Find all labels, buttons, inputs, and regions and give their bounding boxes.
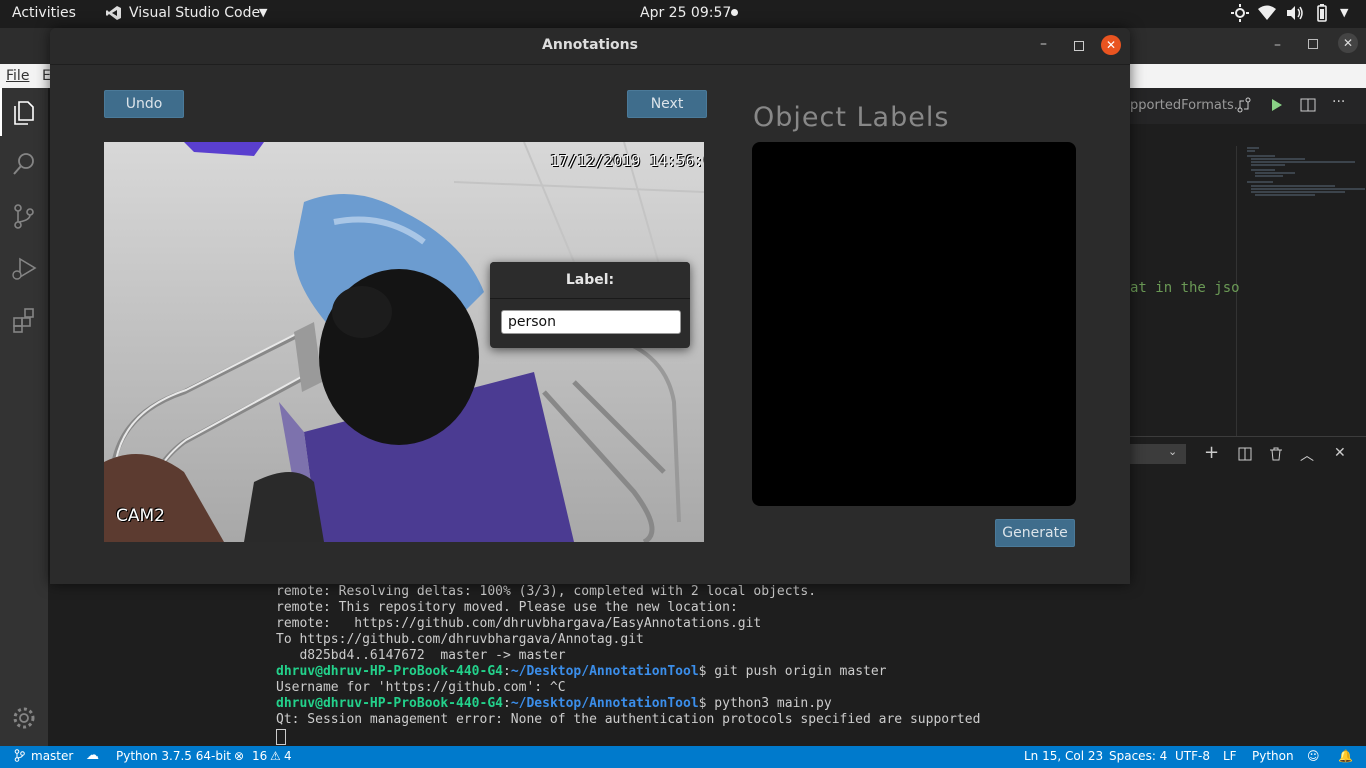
maximize-icon[interactable] [1308,39,1318,49]
terminal-line: remote: Resolving deltas: 100% (3/3), co… [276,584,817,599]
minimap[interactable] [1236,146,1366,436]
code-comment-fragment: at in the jso [1130,280,1240,296]
camera-timestamp: 17/12/2019 14:56:05 [550,152,704,170]
extensions-icon[interactable] [10,306,38,334]
sync-cloud-icon[interactable]: ☁ [86,748,99,763]
label-input[interactable] [501,310,681,334]
close-panel-icon[interactable]: ✕ [1334,445,1346,461]
menu-file[interactable]: File [6,68,29,84]
errors-count[interactable]: 16 [252,749,267,763]
prompt-path: ~/Desktop/AnnotationTool [510,664,699,679]
terminal-line: remote: https://github.com/dhruvbhargava… [276,616,762,631]
activities-button[interactable]: Activities [12,5,76,21]
terminal-selector-chevron-icon: ⌄ [1168,445,1178,458]
generate-button[interactable]: Generate [995,519,1075,547]
python-interpreter[interactable]: Python 3.7.5 64-bit [116,749,231,763]
terminal-line: d825bd4..6147672 master -> master [276,648,566,663]
kill-terminal-trash-icon[interactable] [1269,446,1283,465]
prompt-separator: : [502,696,511,711]
prompt-user: dhruv@dhruv-HP-ProBook-440-G4 [276,696,503,711]
editor-tab-label[interactable]: pportedFormats. [1130,98,1238,113]
prompt-command: $ git push origin master [698,664,887,679]
label-dialog: Label: [490,262,690,348]
close-icon[interactable]: ✕ [1338,33,1358,53]
system-top-bar: Activities Visual Studio Code ▼ Apr 25 0… [0,0,1366,28]
more-actions-icon[interactable]: ··· [1332,94,1345,110]
vscode-icon [106,5,124,21]
errors-icon[interactable]: ⊗ [234,749,244,763]
maximize-icon[interactable] [1074,41,1084,51]
app-menu-chevron-icon[interactable]: ▼ [259,6,267,19]
wifi-icon[interactable] [1258,5,1276,25]
app-menu-title[interactable]: Visual Studio Code [129,5,260,21]
editor-tab-bar: pportedFormats. ··· [1130,88,1366,124]
branch-icon[interactable] [14,749,25,765]
night-light-icon[interactable] [1231,4,1249,26]
next-button[interactable]: Next [627,90,707,118]
run-debug-icon[interactable] [10,254,38,282]
terminal-prompt-line: dhruv@dhruv-HP-ProBook-440-G4:~/Desktop/… [276,664,887,679]
activity-bar [0,88,48,746]
notifications-bell-icon[interactable]: 🔔 [1338,749,1353,763]
branch-name[interactable]: master [31,749,73,763]
source-control-icon[interactable] [10,202,38,230]
status-bar: master ☁ Python 3.7.5 64-bit ⊗ 16 ⚠ 4 Ln… [0,746,1366,768]
warnings-count[interactable]: 4 [284,749,292,763]
volume-icon[interactable] [1286,5,1304,25]
window-title: Annotations [542,37,638,53]
minimize-icon[interactable]: – [1040,36,1047,52]
line-ending[interactable]: LF [1223,749,1237,763]
terminal-line: remote: This repository moved. Please us… [276,600,738,615]
annotations-window: Annotations – ✕ Undo Next 17/12/2019 14:… [50,28,1130,584]
indentation[interactable]: Spaces: 4 [1109,749,1167,763]
label-dialog-title: Label: [490,262,690,299]
cursor-position[interactable]: Ln 15, Col 23 [1024,749,1103,763]
system-menu-chevron-icon[interactable]: ▼ [1340,6,1348,19]
terminal-line: To https://github.com/dhruvbhargava/Anno… [276,632,644,647]
active-indicator [0,88,2,136]
terminal-panel-header: ⌄ + ︿ ✕ [1130,436,1366,471]
prompt-user: dhruv@dhruv-HP-ProBook-440-G4 [276,664,503,679]
compare-changes-icon[interactable] [1236,97,1252,117]
prompt-path: ~/Desktop/AnnotationTool [510,696,699,711]
search-icon[interactable] [10,150,38,178]
terminal[interactable]: remote: Resolving deltas: 100% (3/3), co… [256,582,1366,746]
encoding[interactable]: UTF-8 [1175,749,1210,763]
feedback-icon[interactable]: ☺ [1307,749,1320,763]
split-editor-icon[interactable] [1300,97,1316,117]
warnings-icon[interactable]: ⚠ [270,749,281,763]
camera-label: CAM2 [116,506,165,526]
clock[interactable]: Apr 25 09:57 [640,5,731,21]
prompt-command: $ python3 main.py [698,696,832,711]
battery-icon[interactable] [1314,4,1330,26]
split-terminal-icon[interactable] [1238,446,1252,465]
minimize-icon[interactable]: – [1274,37,1281,53]
explorer-icon[interactable] [10,98,38,126]
terminal-cursor [276,729,286,745]
prompt-separator: : [502,664,511,679]
run-file-icon[interactable] [1270,97,1284,117]
close-icon[interactable]: ✕ [1101,35,1121,55]
new-terminal-icon[interactable]: + [1204,442,1219,463]
object-labels-list[interactable] [752,142,1076,506]
object-labels-heading: Object Labels [753,102,950,133]
terminal-selector[interactable]: ⌄ [1130,444,1186,464]
language-mode[interactable]: Python [1252,749,1294,763]
settings-gear-icon[interactable] [10,704,38,732]
terminal-prompt-line: dhruv@dhruv-HP-ProBook-440-G4:~/Desktop/… [276,696,832,711]
annotations-title-bar[interactable]: Annotations – ✕ [50,28,1130,65]
terminal-line: Username for 'https://github.com': ^C [276,680,566,695]
undo-button[interactable]: Undo [104,90,184,118]
terminal-line: Qt: Session management error: None of th… [276,712,981,727]
maximize-panel-chevron-up-icon[interactable]: ︿ [1300,445,1314,465]
notification-dot-icon [731,9,738,16]
